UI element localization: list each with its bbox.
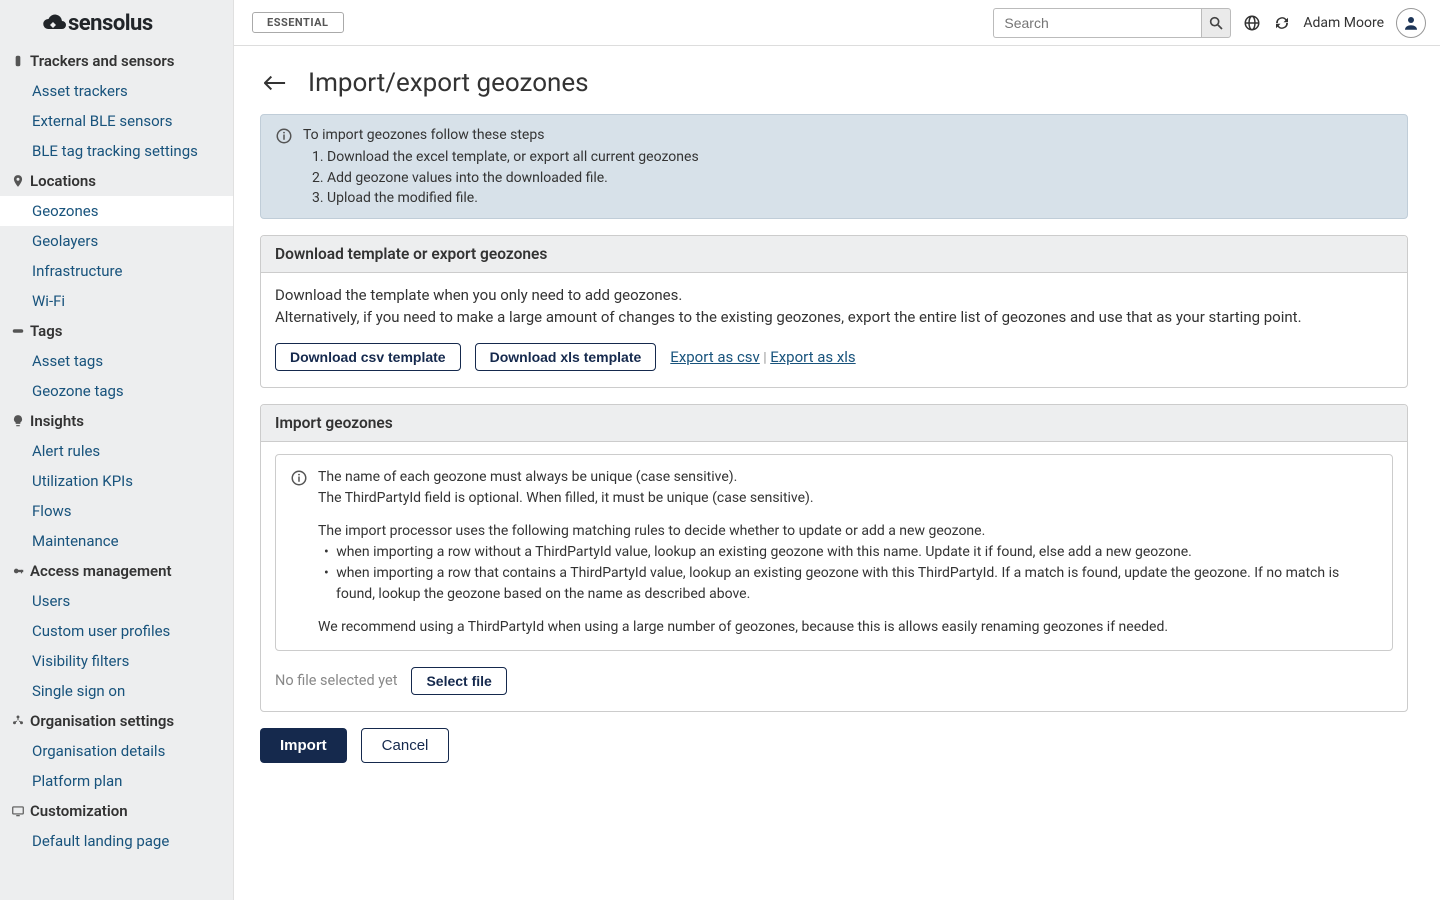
section-icon xyxy=(8,414,28,428)
instruction-step: Add geozone values into the downloaded f… xyxy=(327,168,699,188)
back-button[interactable] xyxy=(260,71,290,95)
search-icon xyxy=(1208,15,1224,31)
file-status-text: No file selected yet xyxy=(275,672,397,689)
plan-badge: ESSENTIAL xyxy=(252,12,344,33)
section-icon xyxy=(8,324,28,338)
nav-geolayers[interactable]: Geolayers xyxy=(0,226,233,256)
import-panel: Import geozones The name of each geozone… xyxy=(260,404,1408,712)
nav-wi-fi[interactable]: Wi-Fi xyxy=(0,286,233,316)
nav-external-ble-sensors[interactable]: External BLE sensors xyxy=(0,106,233,136)
section-label: Insights xyxy=(30,412,84,430)
pipe-separator: | xyxy=(763,350,766,366)
topbar: ESSENTIAL Adam Moore xyxy=(234,0,1440,46)
import-note-1: The name of each geozone must always be … xyxy=(318,467,1378,488)
nav-asset-tags[interactable]: Asset tags xyxy=(0,346,233,376)
search-input[interactable] xyxy=(993,8,1201,38)
nav-visibility-filters[interactable]: Visibility filters xyxy=(0,646,233,676)
nav-alert-rules[interactable]: Alert rules xyxy=(0,436,233,466)
export-xls-link[interactable]: Export as xls xyxy=(770,348,855,366)
nav-ble-tag-tracking-settings[interactable]: BLE tag tracking settings xyxy=(0,136,233,166)
section-icon xyxy=(8,54,28,68)
download-desc-1: Download the template when you only need… xyxy=(275,285,1393,307)
nav-section-access-management[interactable]: Access management xyxy=(0,556,233,586)
nav-geozone-tags[interactable]: Geozone tags xyxy=(0,376,233,406)
nav-section-tags[interactable]: Tags xyxy=(0,316,233,346)
import-notes: The name of each geozone must always be … xyxy=(275,454,1393,651)
section-label: Locations xyxy=(30,172,96,190)
globe-icon[interactable] xyxy=(1243,14,1261,32)
nav-section-locations[interactable]: Locations xyxy=(0,166,233,196)
nav-maintenance[interactable]: Maintenance xyxy=(0,526,233,556)
brand-name: sensolus xyxy=(68,11,153,36)
nav-section-trackers-and-sensors[interactable]: Trackers and sensors xyxy=(0,46,233,76)
nav-infrastructure[interactable]: Infrastructure xyxy=(0,256,233,286)
section-icon xyxy=(8,174,28,188)
section-label: Trackers and sensors xyxy=(30,52,175,70)
section-label: Organisation settings xyxy=(30,712,174,730)
import-note-3: The import processor uses the following … xyxy=(318,521,1378,542)
instruction-step: Upload the modified file. xyxy=(327,188,699,208)
import-note-4: We recommend using a ThirdPartyId when u… xyxy=(318,617,1378,638)
section-label: Tags xyxy=(30,322,63,340)
nav-organisation-details[interactable]: Organisation details xyxy=(0,736,233,766)
nav-asset-trackers[interactable]: Asset trackers xyxy=(0,76,233,106)
import-panel-title: Import geozones xyxy=(261,405,1407,442)
content-area: Import/export geozones To import geozone… xyxy=(234,46,1440,900)
download-desc-2: Alternatively, if you need to make a lar… xyxy=(275,307,1393,329)
nav-geozones[interactable]: Geozones xyxy=(0,196,233,226)
download-csv-template-button[interactable]: Download csv template xyxy=(275,343,461,371)
select-file-button[interactable]: Select file xyxy=(411,667,506,695)
info-icon xyxy=(290,469,308,487)
search-button[interactable] xyxy=(1201,8,1231,38)
cloud-icon xyxy=(42,12,68,34)
nav-section-organisation-settings[interactable]: Organisation settings xyxy=(0,706,233,736)
nav-users[interactable]: Users xyxy=(0,586,233,616)
instruction-step: Download the excel template, or export a… xyxy=(327,147,699,167)
import-note-2: The ThirdPartyId field is optional. When… xyxy=(318,488,1378,509)
nav-single-sign-on[interactable]: Single sign on xyxy=(0,676,233,706)
nav-utilization-kpis[interactable]: Utilization KPIs xyxy=(0,466,233,496)
section-label: Access management xyxy=(30,562,172,580)
section-icon xyxy=(8,714,28,728)
info-intro: To import geozones follow these steps xyxy=(303,125,699,145)
nav-section-insights[interactable]: Insights xyxy=(0,406,233,436)
nav-flows[interactable]: Flows xyxy=(0,496,233,526)
cancel-button[interactable]: Cancel xyxy=(361,728,450,763)
download-xls-template-button[interactable]: Download xls template xyxy=(475,343,657,371)
instructions-banner: To import geozones follow these steps Do… xyxy=(260,114,1408,219)
import-bullet-2: when importing a row that contains a Thi… xyxy=(336,563,1378,605)
section-icon xyxy=(8,804,28,818)
refresh-icon[interactable] xyxy=(1273,14,1291,32)
nav-platform-plan[interactable]: Platform plan xyxy=(0,766,233,796)
sidebar: sensolus Trackers and sensors Asset track… xyxy=(0,0,234,900)
avatar[interactable] xyxy=(1396,8,1426,38)
export-csv-link[interactable]: Export as csv xyxy=(670,348,760,366)
brand-logo[interactable]: sensolus xyxy=(0,0,233,46)
person-icon xyxy=(1402,14,1420,32)
section-label: Customization xyxy=(30,802,128,820)
username[interactable]: Adam Moore xyxy=(1303,15,1384,31)
import-button[interactable]: Import xyxy=(260,728,347,763)
page-title: Import/export geozones xyxy=(308,68,589,98)
import-bullet-1: when importing a row without a ThirdPart… xyxy=(336,542,1378,563)
section-icon xyxy=(8,564,28,578)
nav-section-customization[interactable]: Customization xyxy=(0,796,233,826)
download-panel-title: Download template or export geozones xyxy=(261,236,1407,273)
download-panel: Download template or export geozones Dow… xyxy=(260,235,1408,388)
nav-default-landing-page[interactable]: Default landing page xyxy=(0,826,233,856)
nav-custom-user-profiles[interactable]: Custom user profiles xyxy=(0,616,233,646)
info-icon xyxy=(275,127,293,145)
